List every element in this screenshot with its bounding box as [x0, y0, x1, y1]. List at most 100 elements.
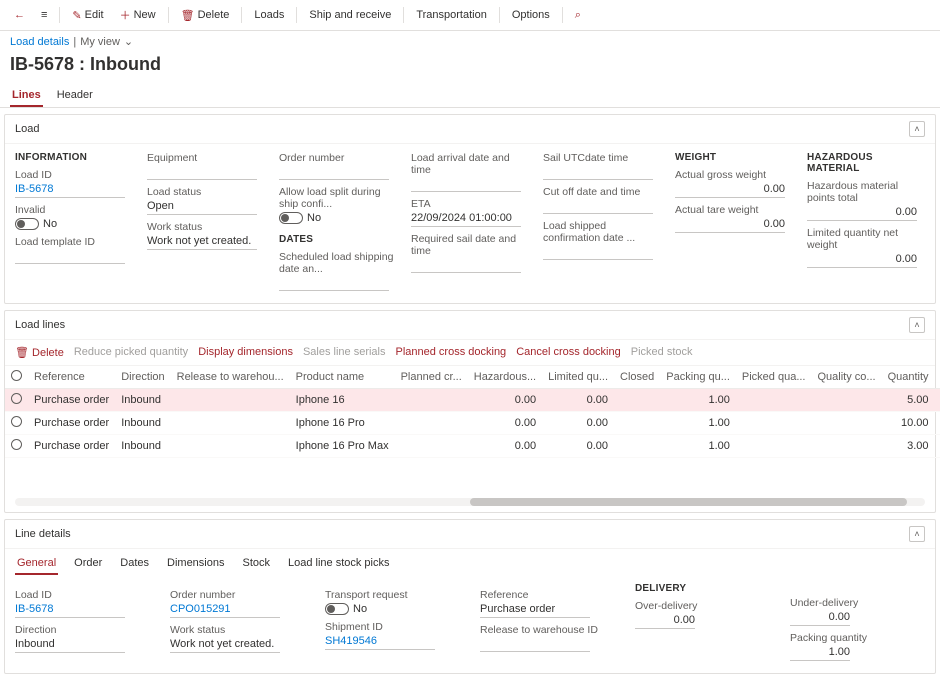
lines-planned-crossdock[interactable]: Planned cross docking — [396, 346, 507, 359]
lines-display-dimensions[interactable]: Display dimensions — [198, 346, 293, 359]
ltd-qty-value[interactable]: 0.00 — [807, 251, 917, 268]
col-quantity[interactable]: Quantity — [882, 366, 935, 389]
ld-release-value[interactable] — [480, 636, 590, 652]
order-number-label: Order number — [279, 152, 397, 164]
gross-weight-value[interactable]: 0.00 — [675, 181, 785, 198]
ld-load-id-label: Load ID — [15, 589, 150, 601]
scrollbar-thumb[interactable] — [470, 498, 907, 506]
select-all-radio[interactable] — [11, 370, 22, 381]
ld-tab-picks[interactable]: Load line stock picks — [286, 553, 392, 575]
breadcrumb-my-view[interactable]: My view — [80, 36, 120, 48]
ld-load-id-value[interactable]: IB-5678 — [15, 601, 125, 618]
ld-order-no-label: Order number — [170, 589, 305, 601]
line-details-header[interactable]: Line details ˄ — [5, 520, 935, 549]
sail-utc-value[interactable] — [543, 164, 653, 180]
ld-work-status-label: Work status — [170, 624, 305, 636]
ship-receive-menu[interactable]: Ship and receive — [303, 6, 397, 24]
ld-over-value[interactable]: 0.00 — [635, 612, 695, 629]
ld-under-value[interactable]: 0.00 — [790, 609, 850, 626]
back-button[interactable]: ← — [8, 6, 31, 24]
cell-release — [171, 412, 290, 435]
ld-packqty-label: Packing quantity — [790, 632, 925, 644]
separator — [562, 7, 563, 23]
options-menu[interactable]: Options — [506, 6, 556, 24]
work-status-value: Work not yet created. — [147, 233, 257, 250]
load-status-value: Open — [147, 198, 257, 215]
tab-lines[interactable]: Lines — [10, 83, 43, 107]
cell-direction: Inbound — [115, 389, 170, 412]
ld-packqty-value[interactable]: 1.00 — [790, 644, 850, 661]
lines-reduce-picked: Reduce picked quantity — [74, 346, 188, 359]
table-row[interactable]: Purchase orderInboundIphone 160.000.001.… — [5, 389, 940, 412]
list-icon[interactable]: ≡ — [35, 6, 53, 24]
ld-tab-stock[interactable]: Stock — [240, 553, 272, 575]
load-panel-header[interactable]: Load ˄ — [5, 115, 935, 144]
table-row[interactable]: Purchase orderInboundIphone 16 Pro Max0.… — [5, 435, 940, 458]
cell-direction: Inbound — [115, 412, 170, 435]
search-button[interactable]: ⌕ — [569, 6, 587, 25]
col-limited[interactable]: Limited qu... — [542, 366, 614, 389]
ld-reference-value: Purchase order — [480, 601, 590, 618]
col-reference[interactable]: Reference — [28, 366, 115, 389]
lines-actions: 🗑 Delete Reduce picked quantity Display … — [5, 340, 935, 366]
command-bar: ← ≡ ✎Edit ＋New 🗑Delete Loads Ship and re… — [0, 0, 940, 31]
cutoff-value[interactable] — [543, 198, 653, 214]
col-remaining[interactable]: Quantity remaining — [935, 366, 940, 389]
col-closed[interactable]: Closed — [614, 366, 660, 389]
ld-tab-dimensions[interactable]: Dimensions — [165, 553, 226, 575]
row-radio[interactable] — [11, 439, 22, 450]
delete-label: Delete — [198, 9, 230, 21]
ld-tab-general[interactable]: General — [15, 553, 58, 575]
tare-weight-value[interactable]: 0.00 — [675, 216, 785, 233]
load-lines-header[interactable]: Load lines ˄ — [5, 311, 935, 340]
transportation-menu[interactable]: Transportation — [410, 6, 493, 24]
hazmat-pts-value[interactable]: 0.00 — [807, 204, 917, 221]
ld-shipment-value[interactable]: SH419546 — [325, 633, 435, 650]
load-template-value[interactable] — [15, 248, 125, 264]
invalid-toggle[interactable]: No — [15, 218, 133, 230]
load-id-value[interactable]: IB-5678 — [15, 181, 125, 198]
ld-order-no-value[interactable]: CPO015291 — [170, 601, 280, 618]
allow-split-toggle[interactable]: No — [279, 212, 397, 224]
collapse-icon[interactable]: ˄ — [909, 526, 925, 542]
equipment-value[interactable] — [147, 164, 257, 180]
col-product[interactable]: Product name — [290, 366, 395, 389]
ld-tab-order[interactable]: Order — [72, 553, 104, 575]
col-planned[interactable]: Planned cr... — [395, 366, 468, 389]
col-hazardous[interactable]: Hazardous... — [468, 366, 542, 389]
load-lines-grid: Reference Direction Release to warehou..… — [5, 366, 940, 458]
col-quality[interactable]: Quality co... — [811, 366, 881, 389]
ld-transport-req-toggle[interactable]: No — [325, 603, 460, 615]
col-direction[interactable]: Direction — [115, 366, 170, 389]
gross-weight-label: Actual gross weight — [675, 169, 793, 181]
eta-value[interactable]: 22/09/2024 01:00:00 — [411, 210, 521, 227]
cell-release — [171, 435, 290, 458]
lines-cancel-crossdock[interactable]: Cancel cross docking — [516, 346, 621, 359]
shipped-conf-value[interactable] — [543, 244, 653, 260]
row-radio[interactable] — [11, 393, 22, 404]
delete-button[interactable]: 🗑Delete — [175, 6, 236, 25]
edit-button[interactable]: ✎Edit — [66, 6, 109, 25]
col-picked[interactable]: Picked qua... — [736, 366, 812, 389]
collapse-icon[interactable]: ˄ — [909, 317, 925, 333]
loads-menu[interactable]: Loads — [248, 6, 290, 24]
cell-remaining: 0.00 — [935, 435, 940, 458]
horizontal-scrollbar[interactable] — [15, 498, 925, 506]
req-sail-value[interactable] — [411, 257, 521, 273]
tab-header[interactable]: Header — [55, 83, 95, 107]
col-packing[interactable]: Packing qu... — [660, 366, 736, 389]
col-release[interactable]: Release to warehou... — [171, 366, 290, 389]
order-number-value[interactable] — [279, 164, 389, 180]
group-delivery: DELIVERY — [635, 583, 770, 594]
arrival-value[interactable] — [411, 176, 521, 192]
row-radio[interactable] — [11, 416, 22, 427]
breadcrumb-load-details[interactable]: Load details — [10, 36, 69, 48]
pencil-icon: ✎ — [72, 9, 81, 22]
ld-tab-dates[interactable]: Dates — [118, 553, 151, 575]
chevron-down-icon[interactable]: ⌄ — [124, 35, 133, 48]
new-button[interactable]: ＋New — [114, 4, 162, 26]
lines-delete-button[interactable]: 🗑 Delete — [15, 346, 64, 359]
collapse-icon[interactable]: ˄ — [909, 121, 925, 137]
table-row[interactable]: Purchase orderInboundIphone 16 Pro0.000.… — [5, 412, 940, 435]
sched-ship-value[interactable] — [279, 275, 389, 291]
